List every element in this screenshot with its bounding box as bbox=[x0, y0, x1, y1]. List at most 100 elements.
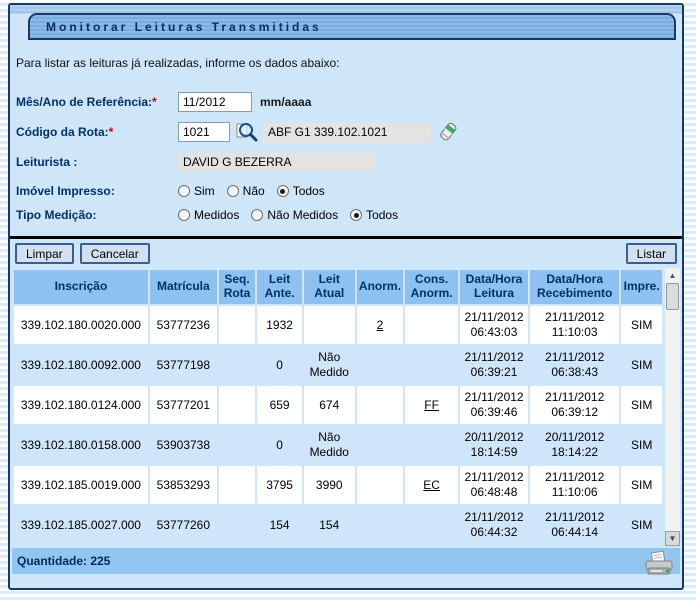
cell-seq-rota bbox=[219, 426, 256, 464]
leitura-date: 21/11/2012 bbox=[464, 510, 523, 524]
radio-option-imovel-todos[interactable]: Todos bbox=[277, 184, 325, 198]
button-row: Limpar Cancelar Listar bbox=[15, 243, 677, 264]
quantity-bar: Quantidade: 225 bbox=[12, 548, 680, 574]
radio-option-imovel-sim[interactable]: Sim bbox=[178, 184, 215, 198]
radio-option-medicao-medidos[interactable]: Medidos bbox=[178, 208, 239, 222]
cell-anorm bbox=[357, 506, 404, 544]
col-leit-ante: Leit Ante. bbox=[257, 270, 302, 304]
radio-medicao-medidos[interactable] bbox=[178, 209, 190, 221]
cell-leit-atual: Não Medido bbox=[304, 426, 355, 464]
radio-imovel-todos[interactable] bbox=[277, 185, 289, 197]
tipo-medicao-label: Tipo Medição: bbox=[16, 208, 178, 222]
receb-date: 21/11/2012 bbox=[545, 470, 604, 484]
cell-dh-leitura: 21/11/201206:44:32 bbox=[460, 506, 528, 544]
cell-seq-rota bbox=[219, 506, 256, 544]
receb-time: 06:38:43 bbox=[551, 365, 598, 379]
scroll-up-icon[interactable]: ▲ bbox=[665, 268, 680, 282]
leiturista-field: DAVID G BEZERRA bbox=[178, 153, 376, 172]
leiturista-label: Leiturista : bbox=[16, 155, 178, 169]
leitura-time: 06:39:46 bbox=[471, 405, 518, 419]
cancelar-button[interactable]: Cancelar bbox=[80, 243, 150, 264]
table-header-row: Inscrição Matrícula Seq. Rota Leit Ante.… bbox=[14, 270, 662, 304]
col-cons-anorm: Cons. Anorm. bbox=[405, 270, 458, 304]
cell-inscricao: 339.102.180.0020.000 bbox=[14, 306, 148, 344]
results-table: Inscrição Matrícula Seq. Rota Leit Ante.… bbox=[12, 268, 664, 546]
cell-leit-atual: 3990 bbox=[304, 466, 355, 504]
radio-medicao-nao-medidos[interactable] bbox=[251, 209, 263, 221]
cell-cons-anorm bbox=[405, 346, 458, 384]
radio-medicao-todos[interactable] bbox=[350, 209, 362, 221]
col-anorm: Anorm. bbox=[357, 270, 404, 304]
cell-anorm bbox=[357, 386, 404, 424]
title-tab: Monitorar Leituras Transmitidas bbox=[28, 13, 676, 40]
cons-anorm-link[interactable]: FF bbox=[424, 398, 439, 412]
limpar-button[interactable]: Limpar bbox=[15, 243, 74, 264]
leitura-date: 21/11/2012 bbox=[464, 470, 523, 484]
cell-impre: SIM bbox=[621, 506, 662, 544]
cell-matricula: 53777236 bbox=[150, 306, 217, 344]
radio-label: Todos bbox=[293, 184, 325, 198]
cell-impre: SIM bbox=[621, 306, 662, 344]
radio-option-imovel-nao[interactable]: Não bbox=[227, 184, 265, 198]
cell-impre: SIM bbox=[621, 466, 662, 504]
cell-dh-leitura: 20/11/201218:14:59 bbox=[460, 426, 528, 464]
radio-label: Sim bbox=[194, 184, 215, 198]
cell-matricula: 53903738 bbox=[150, 426, 217, 464]
receb-date: 21/11/2012 bbox=[545, 310, 604, 324]
cell-seq-rota bbox=[219, 386, 256, 424]
scrollbar-track[interactable] bbox=[665, 311, 680, 531]
table-row: 339.102.180.0020.000 53777236 1932 2 21/… bbox=[14, 306, 662, 344]
scrollbar-thumb[interactable] bbox=[666, 283, 679, 310]
leitura-time: 06:48:48 bbox=[471, 485, 518, 499]
cell-anorm bbox=[357, 466, 404, 504]
cell-dh-leitura: 21/11/201206:39:46 bbox=[460, 386, 528, 424]
cell-inscricao: 339.102.180.0158.000 bbox=[14, 426, 148, 464]
col-leit-atual: Leit Atual bbox=[304, 270, 355, 304]
printer-icon[interactable] bbox=[644, 551, 674, 580]
vertical-scrollbar[interactable]: ▲ ▼ bbox=[665, 268, 680, 546]
leitura-date: 21/11/2012 bbox=[464, 390, 523, 404]
leitura-time: 06:43:03 bbox=[471, 325, 518, 339]
cell-inscricao: 339.102.180.0092.000 bbox=[14, 346, 148, 384]
radio-imovel-nao[interactable] bbox=[227, 185, 239, 197]
cell-seq-rota bbox=[219, 306, 256, 344]
cell-dh-recebimento: 21/11/201211:10:03 bbox=[530, 306, 619, 344]
required-mark: * bbox=[152, 95, 157, 109]
search-icon[interactable] bbox=[236, 121, 259, 143]
scroll-down-icon[interactable]: ▼ bbox=[665, 531, 680, 546]
mes-ano-input[interactable] bbox=[178, 92, 252, 112]
cell-matricula: 53777260 bbox=[150, 506, 217, 544]
receb-date: 21/11/2012 bbox=[545, 390, 604, 404]
cell-leit-atual bbox=[304, 306, 355, 344]
results-table-wrap: Inscrição Matrícula Seq. Rota Leit Ante.… bbox=[12, 268, 680, 546]
receb-time: 11:10:03 bbox=[552, 325, 598, 339]
instruction-text: Para listar as leituras já realizadas, i… bbox=[16, 56, 682, 70]
radio-label: Não Medidos bbox=[267, 208, 338, 222]
cell-leit-atual: 674 bbox=[304, 386, 355, 424]
col-dh-leitura: Data/Hora Leitura bbox=[460, 270, 528, 304]
listar-button[interactable]: Listar bbox=[626, 243, 677, 264]
anorm-link[interactable]: 2 bbox=[377, 318, 384, 332]
cons-anorm-link[interactable]: EC bbox=[423, 478, 440, 492]
cell-leit-atual: 154 bbox=[304, 506, 355, 544]
required-mark: * bbox=[109, 125, 114, 139]
cell-leit-ante: 659 bbox=[257, 386, 302, 424]
cell-leit-ante: 1932 bbox=[257, 306, 302, 344]
leitura-time: 18:14:59 bbox=[471, 445, 518, 459]
mes-ano-format-hint: mm/aaaa bbox=[260, 95, 311, 109]
cell-anorm: 2 bbox=[357, 306, 404, 344]
imovel-impresso-label: Imóvel Impresso: bbox=[16, 184, 178, 198]
col-matricula: Matrícula bbox=[150, 270, 217, 304]
radio-imovel-sim[interactable] bbox=[178, 185, 190, 197]
radio-option-medicao-nao-medidos[interactable]: Não Medidos bbox=[251, 208, 338, 222]
eraser-icon[interactable] bbox=[437, 121, 459, 143]
cell-dh-recebimento: 21/11/201206:44:14 bbox=[530, 506, 619, 544]
cell-cons-anorm bbox=[405, 506, 458, 544]
radio-option-medicao-todos[interactable]: Todos bbox=[350, 208, 398, 222]
codigo-rota-input[interactable] bbox=[178, 122, 230, 142]
cell-cons-anorm: EC bbox=[405, 466, 458, 504]
cell-dh-recebimento: 21/11/201206:39:12 bbox=[530, 386, 619, 424]
leitura-time: 06:39:21 bbox=[471, 365, 518, 379]
cell-impre: SIM bbox=[621, 346, 662, 384]
cell-seq-rota bbox=[219, 346, 256, 384]
